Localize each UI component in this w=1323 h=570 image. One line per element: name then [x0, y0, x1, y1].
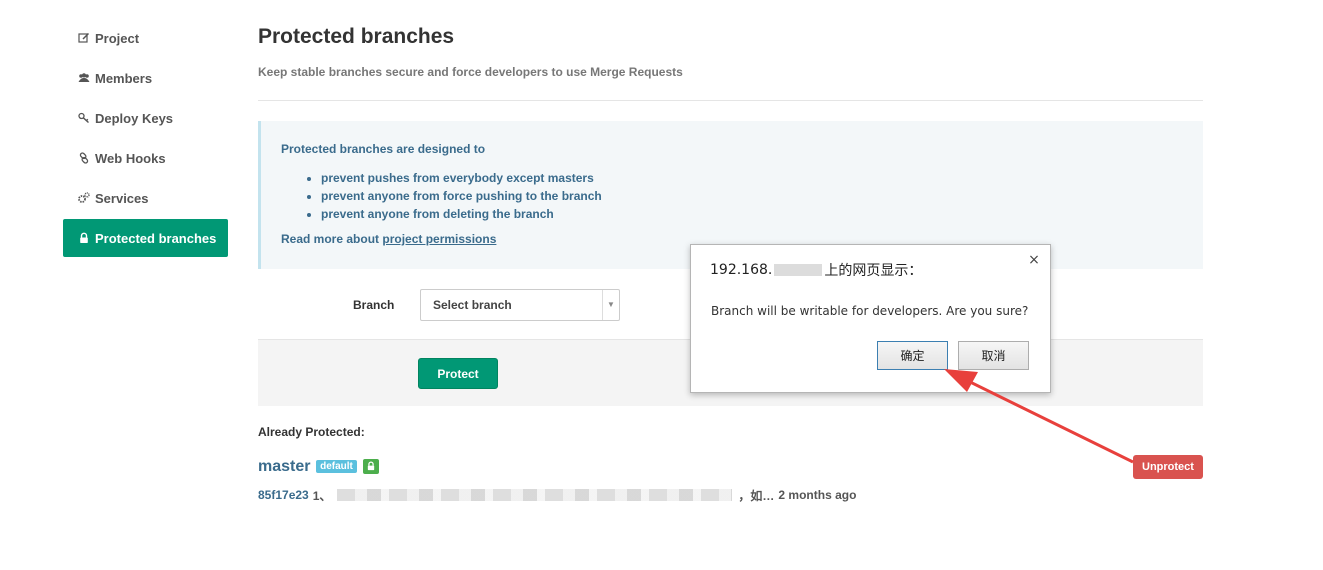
branch-name[interactable]: master [258, 458, 310, 475]
sidebar-item-protected-branches[interactable]: Protected branches [63, 219, 228, 257]
confirm-ok-button[interactable]: 确定 [877, 341, 948, 370]
commit-sha[interactable]: 85f17e23 [258, 488, 309, 502]
default-badge: default [316, 460, 357, 473]
branch-select-value: Select branch [433, 298, 512, 312]
info-list: prevent pushes from everybody except mas… [281, 169, 1183, 223]
lock-icon [77, 231, 91, 245]
commit-info: 85f17e23 1、 ，如… 2 months ago [258, 487, 1203, 503]
read-more-prefix: Read more about [281, 232, 380, 246]
list-item: prevent pushes from everybody except mas… [321, 169, 1183, 187]
commit-message-prefix: 1、 [312, 488, 332, 503]
branch-label: Branch [353, 298, 395, 312]
sidebar-item-label: Protected branches [95, 230, 217, 246]
link-icon [77, 151, 91, 165]
sidebar-item-deploy-keys[interactable]: Deploy Keys [63, 99, 228, 137]
cogs-icon [77, 191, 91, 205]
sidebar-item-services[interactable]: Services [63, 179, 228, 217]
dialog-title-prefix: 192.168. [710, 262, 773, 278]
key-icon [77, 111, 91, 125]
lock-icon [362, 458, 379, 474]
caret-down-icon: ▼ [602, 290, 619, 320]
dialog-title: 192.168. 上的网页显示： [710, 260, 922, 280]
edit-icon [77, 31, 91, 45]
page-subtitle: Keep stable branches secure and force de… [258, 65, 683, 79]
settings-sidebar: Project Members Deploy Keys Web Hooks Se… [63, 19, 228, 259]
info-lead: Protected branches are designed to [281, 142, 486, 156]
sidebar-item-members[interactable]: Members [63, 59, 228, 97]
already-protected-label: Already Protected: [258, 425, 365, 439]
commit-message-suffix: ，如… [738, 488, 775, 503]
sidebar-item-label: Services [95, 190, 149, 206]
confirm-cancel-button[interactable]: 取消 [958, 341, 1029, 370]
dialog-message: Branch will be writable for developers. … [711, 304, 1029, 318]
protect-button[interactable]: Protect [418, 358, 498, 389]
sidebar-item-project[interactable]: Project [63, 19, 228, 57]
protected-branch-row: master default Unprotect [258, 455, 1203, 484]
divider [258, 100, 1203, 101]
unprotect-button[interactable]: Unprotect [1133, 455, 1203, 479]
page-title: Protected branches [258, 25, 455, 48]
sidebar-item-web-hooks[interactable]: Web Hooks [63, 139, 228, 177]
redacted-ip [774, 264, 823, 276]
sidebar-item-label: Deploy Keys [95, 110, 174, 126]
sidebar-item-label: Project [95, 30, 140, 46]
sidebar-item-label: Members [95, 70, 153, 86]
list-item: prevent anyone from deleting the branch [321, 205, 1183, 223]
branch-select[interactable]: Select branch ▼ [420, 289, 620, 321]
list-item: prevent anyone from force pushing to the… [321, 187, 1183, 205]
users-icon [77, 71, 91, 85]
redacted-commit-message [337, 489, 733, 501]
project-permissions-link[interactable]: project permissions [382, 232, 496, 246]
close-icon[interactable]: × [1027, 253, 1041, 267]
commit-time: 2 months ago [778, 488, 857, 502]
sidebar-item-label: Web Hooks [95, 150, 166, 166]
dialog-title-suffix: 上的网页显示： [824, 263, 923, 279]
confirm-dialog: 192.168. 上的网页显示： × Branch will be writab… [690, 244, 1051, 393]
